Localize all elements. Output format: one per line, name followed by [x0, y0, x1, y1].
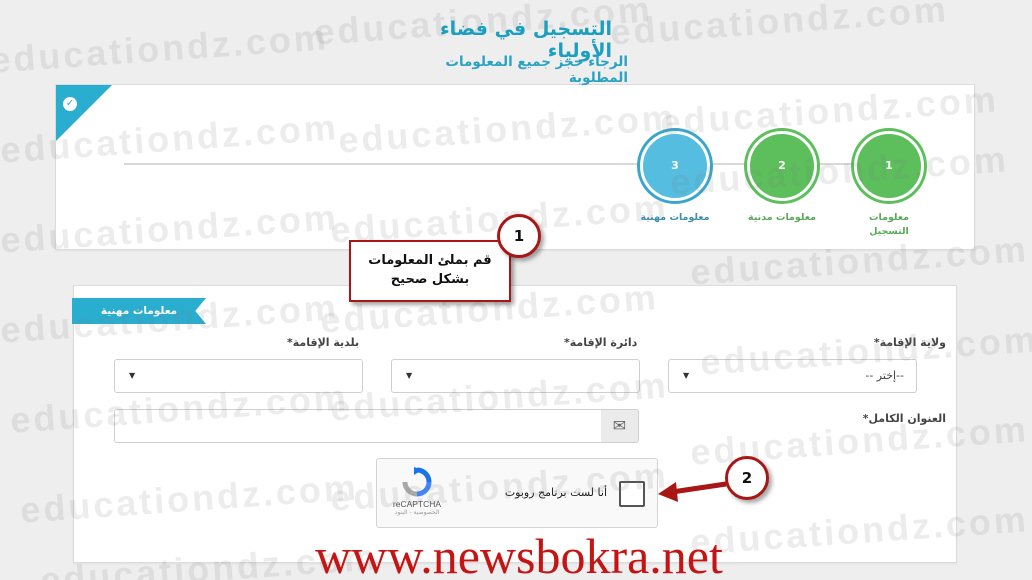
baladia-select[interactable]: ▼	[114, 359, 363, 393]
recaptcha-terms[interactable]: الخصوصية - البنود	[387, 509, 447, 516]
check-icon: ✓	[63, 97, 77, 111]
step-circle: 1	[854, 131, 924, 201]
wilaya-select[interactable]: ▼ --إختر --	[668, 359, 917, 393]
watermark-text: educationdz.com	[608, 0, 951, 53]
recaptcha-widget: أنا لست برنامج روبوت reCAPTCHA الخصوصية …	[376, 458, 658, 528]
step-badge-2: 2	[725, 456, 769, 500]
daira-select[interactable]: ▼	[391, 359, 640, 393]
envelope-icon: ✉	[601, 409, 639, 443]
captcha-text: أنا لست برنامج روبوت	[504, 486, 607, 499]
watermark-text: educationdz.com	[0, 16, 331, 81]
wilaya-select-value: --إختر --	[865, 369, 904, 382]
callout-line-1: قم بملئ المعلومات	[368, 253, 492, 268]
arrow-icon	[658, 481, 727, 502]
section-tab: معلومات مهنية	[72, 298, 206, 324]
step-label: معلومات مهنية	[640, 212, 710, 223]
step-circle: 3	[640, 131, 710, 201]
wizard-step-3[interactable]: 3 معلومات مهنية	[625, 131, 725, 225]
chevron-down-icon: ▼	[129, 371, 136, 380]
baladia-label: بلدية الإقامة*	[287, 336, 360, 349]
recaptcha-icon	[402, 467, 432, 497]
step-badge-1: 1	[497, 214, 541, 258]
recaptcha-logo: reCAPTCHA الخصوصية - البنود	[387, 467, 447, 516]
wizard-step-1[interactable]: 1 معلومات التسجيل	[839, 131, 939, 239]
address-label: العنوان الكامل*	[862, 412, 946, 425]
step-label: معلومات مدنية	[748, 212, 816, 223]
chevron-down-icon: ▼	[683, 371, 690, 380]
step-label: معلومات التسجيل	[868, 212, 910, 237]
captcha-checkbox[interactable]	[619, 481, 645, 507]
wizard-step-2[interactable]: 2 معلومات مدنية	[732, 131, 832, 225]
address-input[interactable]	[114, 409, 602, 443]
wilaya-label: ولاية الإقامة*	[873, 336, 946, 349]
step-circle: 2	[747, 131, 817, 201]
instruction-callout: قم بملئ المعلومات بشكل صحيح	[349, 240, 511, 302]
corner-ribbon	[56, 85, 112, 141]
chevron-down-icon: ▼	[406, 371, 413, 380]
form-card: معلومات مهنية ولاية الإقامة* ▼ --إختر --…	[72, 285, 957, 563]
daira-label: دائرة الإقامة*	[564, 336, 638, 349]
site-url-watermark: www.newsbokra.net	[315, 528, 723, 580]
recaptcha-brand: reCAPTCHA	[392, 499, 442, 509]
page-subtitle: الرجاء حجز جميع المعلومات المطلوبة	[445, 54, 628, 86]
callout-line-2: بشكل صحيح	[390, 272, 470, 287]
